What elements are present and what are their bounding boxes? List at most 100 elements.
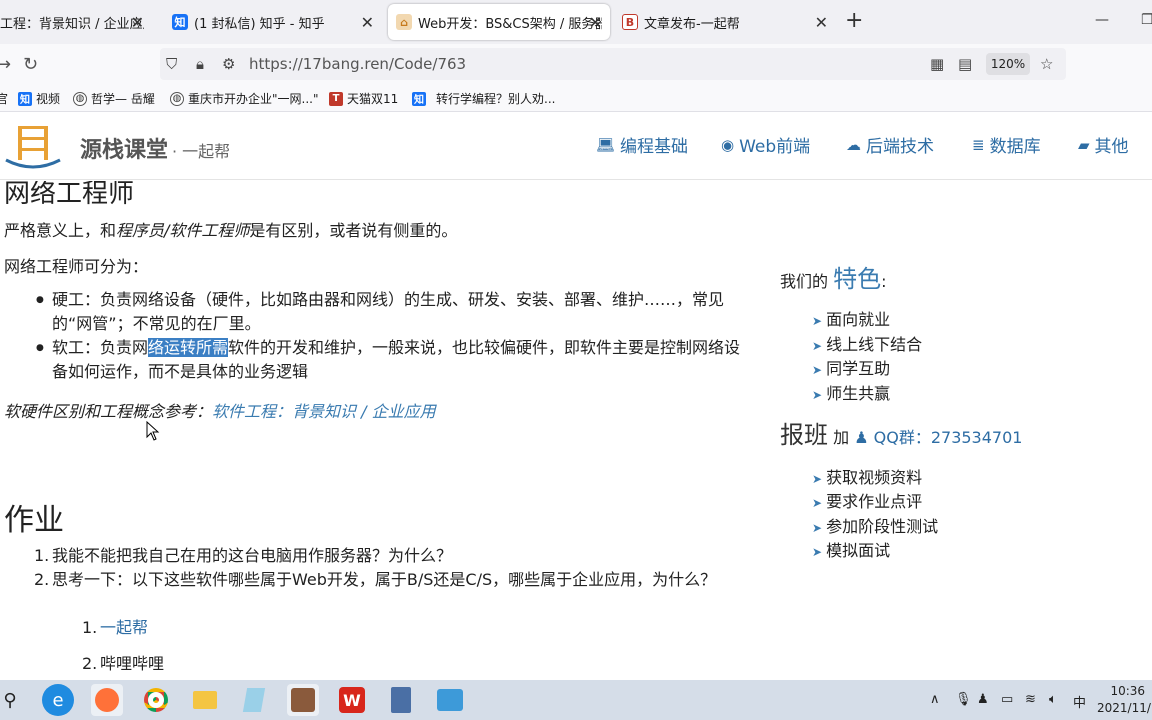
- selected-text[interactable]: 络运转所需: [148, 338, 229, 357]
- zhihu-icon: 知: [172, 14, 188, 30]
- tab-software-engineering[interactable]: 工程：背景知识 / 企业应用 ✕: [0, 4, 152, 40]
- tab-zhihu[interactable]: 知 (1 封私信) 知乎 - 知乎 ✕: [164, 4, 382, 40]
- qq-penguin-icon: ♟︎: [854, 428, 869, 447]
- firefox-icon[interactable]: [91, 684, 123, 716]
- qr-code-icon[interactable]: ▦: [930, 55, 944, 73]
- chevron-up-icon[interactable]: ∧: [930, 692, 940, 707]
- microphone-icon[interactable]: 🎙︎: [955, 692, 972, 707]
- site-logo-icon[interactable]: [4, 120, 62, 170]
- homework-item: 2. 思考一下：以下这些软件哪些属于Web开发，属于B/S还是C/S，哪些属于企…: [34, 568, 722, 592]
- enroll-text: 报班: [780, 421, 828, 449]
- mouse-cursor-icon: [146, 421, 160, 441]
- qq-icon[interactable]: ♟︎: [977, 692, 989, 707]
- feature-item: 面向就业: [812, 306, 890, 330]
- reference-line: 软硬件区别和工程概念参考：软件工程：背景知识 / 企业应用: [4, 398, 436, 422]
- tab-article-publish[interactable]: B 文章发布-一起帮 ✕: [614, 4, 836, 40]
- bookmark-item[interactable]: ◍ 重庆市开办企业"一网...": [170, 90, 318, 107]
- nav-backend[interactable]: ☁ 后端技术: [846, 132, 934, 158]
- volume-icon[interactable]: 🔈︎: [1049, 692, 1057, 707]
- globe-icon: ◍: [73, 91, 87, 106]
- bookmark-item[interactable]: T 天猫双11: [329, 90, 398, 107]
- nav-label: 后端技术: [866, 137, 934, 157]
- sub-item-link[interactable]: 一起帮: [100, 618, 148, 637]
- bookmark-item[interactable]: 知转行学编程？别人劝...: [412, 90, 555, 107]
- nav-web-frontend[interactable]: ◉ Web前端: [721, 132, 810, 158]
- section-heading: 网络工程师: [4, 181, 135, 209]
- system-clock[interactable]: 10:36 2021/11/1: [1097, 683, 1152, 717]
- edge-icon[interactable]: e: [42, 684, 74, 716]
- new-tab-plus-icon[interactable]: +: [845, 10, 863, 32]
- list-item-hardware: 硬工：负责网络设备（硬件，比如路由器和网线）的生成、研发、安装、部署、维护……，…: [36, 288, 742, 336]
- sub-list-item: 1. 一起帮: [82, 616, 148, 640]
- tab-title: 文章发布-一起帮: [644, 16, 740, 32]
- notepad-icon[interactable]: [238, 684, 270, 716]
- zoom-level-badge[interactable]: 120%: [986, 53, 1030, 75]
- nav-database[interactable]: ≣ 数据库: [972, 132, 1041, 158]
- text: 严格意义上，和: [4, 221, 117, 240]
- bookmark-star-icon[interactable]: ☆: [1040, 55, 1053, 73]
- nav-programming-basics[interactable]: 💻︎ 编程基础: [596, 132, 689, 158]
- reload-icon[interactable]: ↻: [23, 54, 38, 75]
- text: :: [881, 272, 887, 291]
- benefit-item: 模拟面试: [812, 537, 890, 561]
- tab-title: (1 封私信) 知乎 - 知乎: [194, 16, 325, 32]
- emphasis-text: 程序员/软件工程师: [116, 221, 250, 240]
- close-icon[interactable]: ✕: [131, 13, 144, 32]
- forward-arrow-icon[interactable]: →: [0, 54, 11, 75]
- file-explorer-icon[interactable]: [189, 684, 221, 716]
- minimize-icon[interactable]: —: [1095, 12, 1109, 28]
- paragraph-distinction: 严格意义上，和程序员/软件工程师是有区别，或者说有侧重的。: [4, 217, 457, 241]
- close-icon[interactable]: ✕: [589, 13, 602, 32]
- sub-item-text: 哔哩哔哩: [100, 654, 165, 673]
- homework-heading: 作业: [4, 503, 64, 538]
- nav-label: 编程基础: [620, 137, 689, 157]
- tab-web-dev[interactable]: ⌂ Web开发：BS&CS架构 / 服务器 ✕: [388, 4, 610, 40]
- ime-indicator[interactable]: 中: [1073, 692, 1086, 711]
- maximize-icon[interactable]: ❐: [1141, 12, 1152, 28]
- homework-text: 思考一下：以下这些软件哪些属于Web开发，属于B/S还是C/S，哪些属于企业应用…: [52, 570, 717, 589]
- bookmark-label: 哲学— 岳耀: [91, 92, 155, 106]
- text: 我们的: [780, 272, 829, 291]
- site-logo-subtitle: · 一起帮: [172, 142, 231, 161]
- site-favicon-icon: ⌂: [396, 14, 412, 30]
- site-logo-text[interactable]: 源栈课堂: [80, 132, 168, 164]
- list-number: 2.: [34, 570, 50, 589]
- book-icon: ▰: [1078, 135, 1090, 154]
- qq-group-link[interactable]: ♟︎ QQ群：273534701: [854, 428, 1022, 447]
- shield-icon[interactable]: ⛉: [166, 55, 177, 73]
- address-bar[interactable]: ⛉ 🔒︎ ⚙ https://17bang.ren/Code/763 ▦ ▤ 1…: [160, 48, 1066, 80]
- zhihu-icon: 知: [412, 91, 426, 106]
- benefit-item: 参加阶段性测试: [812, 513, 938, 537]
- battery-icon[interactable]: ▭: [1001, 692, 1013, 707]
- enroll-heading: 报班 加 ♟︎ QQ群：273534701: [780, 415, 1022, 450]
- close-icon[interactable]: ✕: [361, 13, 374, 32]
- calculator-icon[interactable]: [385, 684, 417, 716]
- wps-icon[interactable]: W: [336, 684, 368, 716]
- lock-icon[interactable]: 🔒︎: [196, 55, 204, 73]
- bookmark-label: 视频: [36, 92, 61, 106]
- search-icon[interactable]: ⚲: [0, 684, 26, 716]
- feature-item: 线上线下结合: [812, 331, 922, 355]
- benefit-item: 获取视频资料: [812, 464, 922, 488]
- bookmarks-bar: 官 知视频 ◍ 哲学— 岳耀 ◍ 重庆市开办企业"一网..." T 天猫双11 知转行…: [0, 84, 1152, 112]
- homework-item: 1. 我能不能把我自己在用的这台电脑用作服务器？为什么？: [34, 544, 732, 568]
- list-number: 1.: [82, 618, 98, 637]
- reference-link[interactable]: 软件工程：背景知识 / 企业应用: [212, 402, 436, 421]
- bookmark-item[interactable]: ◍ 哲学— 岳耀: [73, 90, 155, 107]
- avatar-app-icon[interactable]: [287, 684, 319, 716]
- screen-tool-icon[interactable]: [434, 684, 466, 716]
- nav-other[interactable]: ▰ 其他: [1078, 132, 1129, 158]
- wifi-icon[interactable]: ≋: [1025, 692, 1036, 707]
- reader-view-icon[interactable]: ▤: [958, 55, 972, 73]
- bookmark-item[interactable]: 官: [0, 90, 8, 107]
- paragraph-categories: 网络工程师可分为：: [4, 257, 149, 276]
- text: 是有区别，或者说有侧重的。: [249, 221, 458, 240]
- close-icon[interactable]: ✕: [815, 13, 828, 32]
- list-number: 2.: [82, 654, 98, 673]
- chrome-icon[interactable]: [140, 684, 172, 716]
- permissions-icon[interactable]: ⚙: [222, 55, 235, 73]
- article-content: 网络工程师 严格意义上，和程序员/软件工程师是有区别，或者说有侧重的。 网络工程…: [0, 181, 1152, 680]
- bookmark-item[interactable]: 知视频: [18, 90, 60, 107]
- tab-title: Web开发：BS&CS架构 / 服务器: [418, 16, 602, 32]
- url-text[interactable]: https://17bang.ren/Code/763: [249, 55, 466, 73]
